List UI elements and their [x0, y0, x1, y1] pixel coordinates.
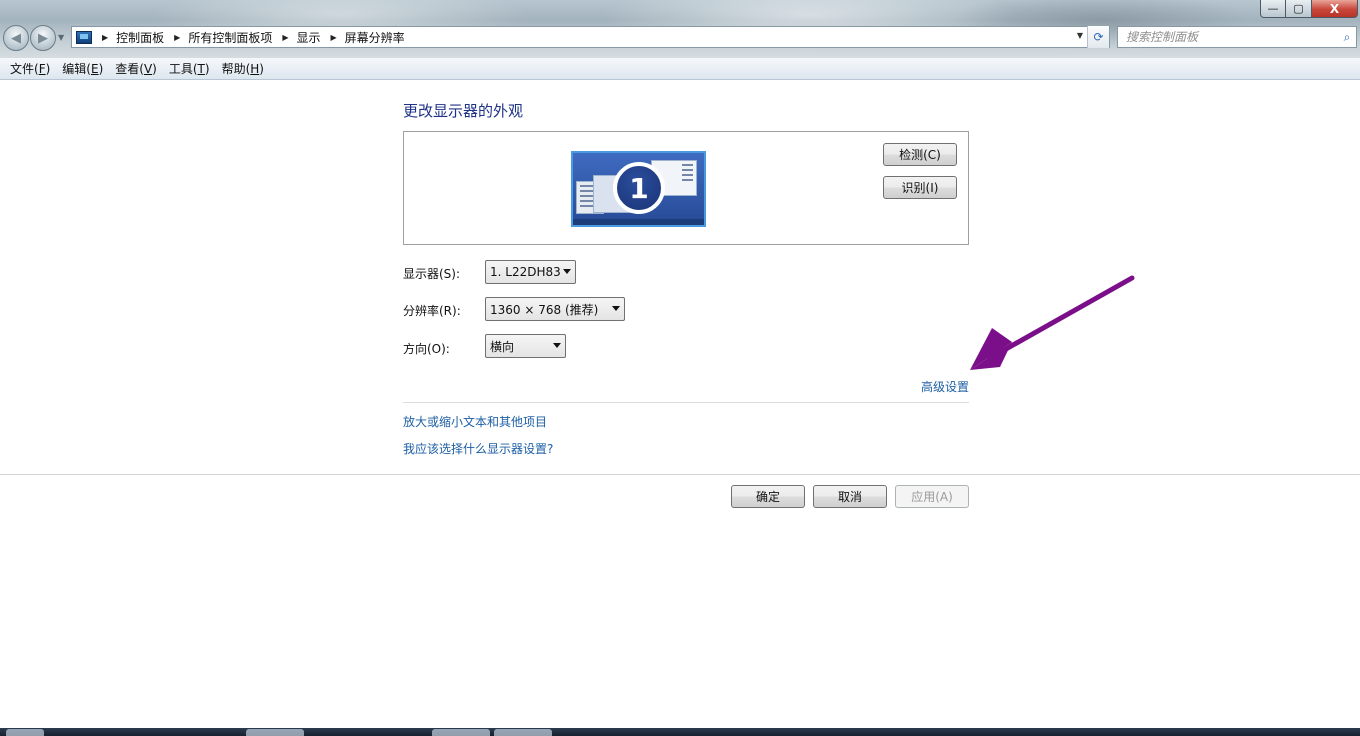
section-divider: [403, 402, 969, 403]
close-icon: X: [1329, 1, 1340, 16]
back-button[interactable]: ◀: [3, 25, 29, 51]
thumbnail-taskbar: [573, 219, 704, 225]
taskbar-button[interactable]: [494, 729, 552, 736]
text-size-link[interactable]: 放大或缩小文本和其他项目: [403, 413, 547, 430]
menu-bar: 文件(F) 编辑(E) 查看(V) 工具(T) 帮助(H): [0, 58, 1360, 80]
control-panel-icon: [76, 30, 92, 44]
window-chrome: — ▢ X ◀ ▶ ▼ ▶ 控制面板 ▶ 所有控制面板项 ▶ 显示 ▶ 屏幕分辨…: [0, 0, 1360, 58]
which-settings-link[interactable]: 我应该选择什么显示器设置?: [403, 440, 553, 457]
window-buttons: — ▢ X: [1260, 0, 1358, 18]
search-icon[interactable]: ⌕: [1338, 30, 1356, 45]
menu-edit[interactable]: 编辑(E): [56, 59, 109, 79]
apply-button[interactable]: 应用(A): [895, 485, 969, 508]
monitor-1-thumbnail[interactable]: 1: [571, 151, 706, 227]
monitor-number-badge: 1: [613, 162, 665, 214]
start-button[interactable]: [6, 729, 44, 736]
address-bar[interactable]: ▶ 控制面板 ▶ 所有控制面板项 ▶ 显示 ▶ 屏幕分辨率 ▼ ⟳: [71, 26, 1110, 48]
breadcrumb-separator-icon[interactable]: ▶: [331, 33, 337, 42]
breadcrumb-separator-icon[interactable]: ▶: [102, 33, 108, 42]
maximize-button[interactable]: ▢: [1286, 0, 1312, 18]
menu-view[interactable]: 查看(V): [109, 59, 163, 79]
back-arrow-icon: ◀: [11, 30, 21, 46]
orientation-label: 方向(O):: [403, 342, 450, 356]
forward-arrow-icon: ▶: [38, 30, 48, 46]
monitor-panel: 1 检测(C) 识别(I): [403, 131, 969, 245]
breadcrumb-screen-resolution[interactable]: 屏幕分辨率: [345, 29, 405, 46]
chevron-down-icon: [563, 269, 571, 274]
identify-button[interactable]: 识别(I): [883, 176, 957, 199]
taskbar-button[interactable]: [432, 729, 490, 736]
taskbar: [0, 728, 1360, 736]
orientation-value: 横向: [490, 339, 515, 354]
breadcrumb-control-panel[interactable]: 控制面板: [116, 29, 164, 46]
refresh-button[interactable]: ⟳: [1087, 26, 1109, 48]
cancel-button[interactable]: 取消: [813, 485, 887, 508]
detect-button[interactable]: 检测(C): [883, 143, 957, 166]
orientation-select[interactable]: 横向: [485, 334, 566, 358]
breadcrumb-separator-icon[interactable]: ▶: [174, 33, 180, 42]
chevron-down-icon: [612, 306, 620, 311]
menu-tools[interactable]: 工具(T): [163, 59, 216, 79]
close-button[interactable]: X: [1312, 0, 1358, 18]
annotation-arrow-icon: [970, 275, 1135, 370]
display-label: 显示器(S):: [403, 267, 461, 281]
resolution-value: 1360 × 768 (推荐): [490, 302, 599, 317]
breadcrumb-separator-icon[interactable]: ▶: [282, 33, 288, 42]
minimize-button[interactable]: —: [1260, 0, 1286, 18]
minimize-icon: —: [1267, 2, 1279, 15]
resolution-label: 分辨率(R):: [403, 304, 461, 318]
breadcrumb-display[interactable]: 显示: [297, 29, 321, 46]
search-input[interactable]: [1118, 28, 1338, 46]
ok-button[interactable]: 确定: [731, 485, 805, 508]
resolution-select[interactable]: 1360 × 768 (推荐): [485, 297, 625, 321]
search-box[interactable]: ⌕: [1117, 26, 1357, 48]
menu-file[interactable]: 文件(F): [4, 59, 56, 79]
recent-pages-dropdown[interactable]: ▼: [58, 33, 64, 42]
taskbar-button[interactable]: [246, 729, 304, 736]
chevron-down-icon: [553, 343, 561, 348]
refresh-icon: ⟳: [1093, 30, 1104, 44]
page-title: 更改显示器的外观: [403, 102, 524, 120]
footer-divider: [0, 474, 1360, 475]
address-dropdown-icon[interactable]: ▼: [1077, 31, 1083, 40]
advanced-settings-link[interactable]: 高级设置: [921, 378, 969, 395]
menu-help[interactable]: 帮助(H): [216, 59, 270, 79]
breadcrumb-all-items[interactable]: 所有控制面板项: [188, 29, 272, 46]
forward-button[interactable]: ▶: [30, 25, 56, 51]
maximize-icon: ▢: [1293, 2, 1304, 15]
display-value: 1. L22DH83: [490, 265, 561, 279]
display-select[interactable]: 1. L22DH83: [485, 260, 576, 284]
